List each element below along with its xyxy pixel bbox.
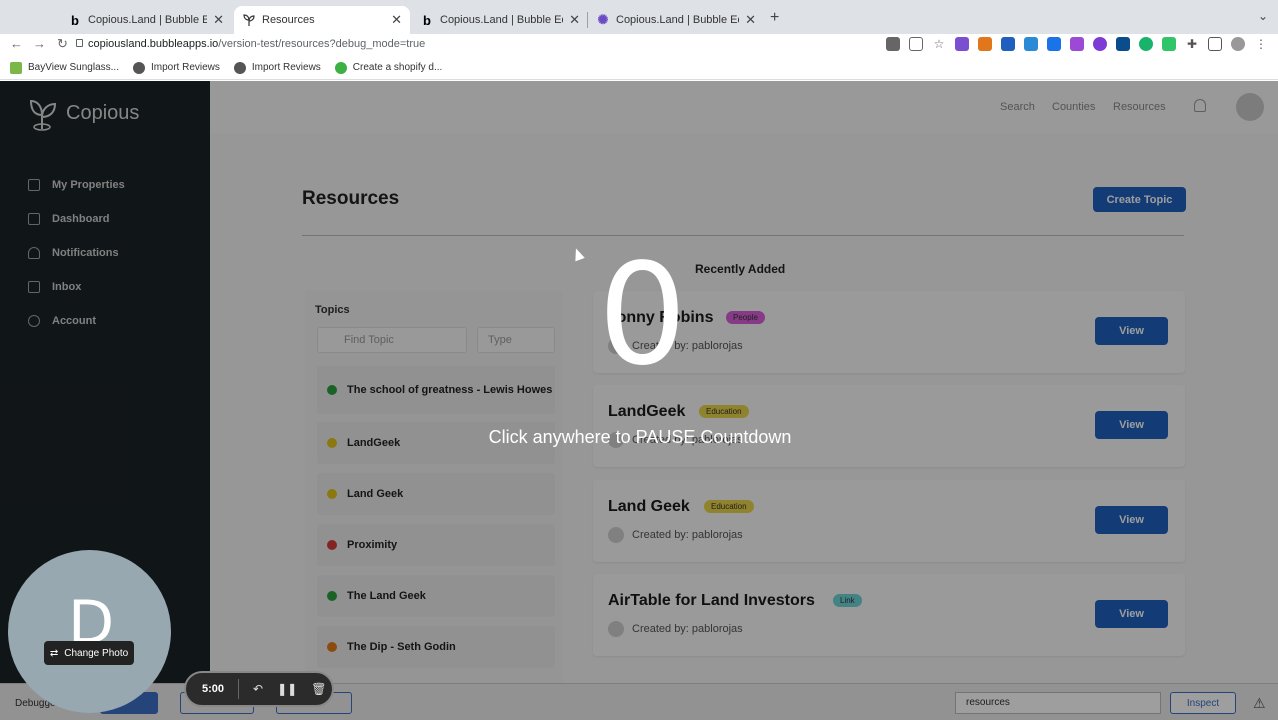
browser-tab[interactable]: ✺ Copious.Land | Bubble Editor - ✕ [588, 6, 764, 34]
extension-icon[interactable] [1162, 37, 1176, 51]
bookmark-label: Create a shopify d... [352, 62, 443, 73]
extension-icon[interactable] [1047, 37, 1061, 51]
metamask-icon[interactable] [978, 37, 992, 51]
extension-icon[interactable] [1024, 37, 1038, 51]
new-tab-icon[interactable]: + [770, 9, 779, 27]
menu-icon[interactable]: ⋮ [1254, 37, 1268, 51]
bookmark-label: Import Reviews [251, 62, 321, 73]
reload-icon[interactable]: ↻ [57, 36, 68, 52]
bookmark-item[interactable]: BayView Sunglass... [10, 61, 119, 74]
pause-icon[interactable]: ❚❚ [277, 682, 297, 696]
bubble-icon: b [423, 12, 431, 28]
close-icon[interactable]: ✕ [391, 12, 402, 28]
gear-flower-icon: ✺ [597, 12, 609, 27]
app-icon [334, 61, 347, 74]
shopify-icon [10, 61, 22, 74]
bookmark-item[interactable]: Create a shopify d... [334, 61, 443, 74]
undo-icon[interactable]: ↶ [253, 682, 263, 696]
extension-icon[interactable] [1116, 37, 1130, 51]
camera-bubble[interactable]: D ⇄ Change Photo [8, 550, 171, 713]
divider [238, 679, 240, 699]
countdown-number: 0 [597, 234, 688, 397]
close-icon[interactable]: ✕ [569, 12, 580, 28]
tab-title: Resources [262, 14, 315, 26]
browser-tab-active[interactable]: Resources ✕ [234, 6, 410, 34]
extension-icon[interactable] [1093, 37, 1107, 51]
swap-icon: ⇄ [49, 647, 59, 659]
chevron-down-icon[interactable]: ⌄ [1258, 9, 1268, 23]
browser-tab-bar: b Copious.Land | Bubble Editor ✕ Resourc… [0, 0, 1278, 34]
url-path: /version-test/resources?debug_mode=true [218, 38, 426, 50]
bookmark-item[interactable]: Import Reviews [132, 61, 220, 74]
countdown-overlay[interactable] [0, 81, 1278, 720]
puzzle-icon[interactable]: ✚ [1185, 37, 1199, 51]
bookmarks-bar: BayView Sunglass... Import Reviews Impor… [0, 56, 1278, 80]
address-bar: ← → ↻ copiousland.bubbleapps.io/version-… [0, 34, 1278, 56]
extension-icon[interactable] [1070, 37, 1084, 51]
sidepanel-icon[interactable] [1208, 37, 1222, 51]
url-field[interactable]: copiousland.bubbleapps.io/version-test/r… [88, 38, 425, 50]
browser-tab[interactable]: b Copious.Land | Bubble Editor ✕ [412, 6, 588, 34]
pause-hint: Click anywhere to PAUSE Countdown [488, 427, 792, 447]
globe-icon [132, 61, 145, 74]
copious-sprout-icon [242, 13, 256, 27]
recording-timer: 5:00 [202, 683, 225, 695]
bookmark-label: Import Reviews [150, 62, 220, 73]
back-icon[interactable]: ← [10, 36, 23, 51]
bubble-icon: b [71, 12, 79, 28]
bookmark-item[interactable]: Import Reviews [233, 61, 321, 74]
camera-icon[interactable] [886, 37, 900, 51]
bookmark-label: BayView Sunglass... [28, 62, 119, 73]
globe-icon [233, 61, 246, 74]
lock-icon [76, 39, 83, 47]
extensions-bar: ☆ ✚ ⋮ [886, 37, 1268, 51]
extension-icon[interactable] [955, 37, 969, 51]
share-icon[interactable] [909, 37, 923, 51]
tab-title: Copious.Land | Bubble Editor [88, 14, 208, 26]
tab-title: Copious.Land | Bubble Editor - [616, 14, 739, 26]
profile-avatar[interactable] [1231, 37, 1245, 51]
trash-icon[interactable]: 🗑 [311, 682, 326, 696]
url-host: copiousland.bubbleapps.io [88, 38, 219, 50]
grammarly-icon[interactable] [1139, 37, 1153, 51]
close-icon[interactable]: ✕ [745, 12, 756, 28]
tab-title: Copious.Land | Bubble Editor [440, 14, 563, 26]
close-icon[interactable]: ✕ [213, 12, 224, 28]
recording-controls: 5:00 ↶ ❚❚ 🗑 [184, 671, 334, 707]
star-icon[interactable]: ☆ [932, 37, 946, 51]
change-photo-label: Change Photo [64, 647, 129, 659]
forward-icon[interactable]: → [33, 36, 46, 51]
browser-tab[interactable]: b Copious.Land | Bubble Editor ✕ [60, 6, 232, 34]
change-photo-button[interactable]: ⇄ Change Photo [44, 641, 134, 665]
grid-icon[interactable] [1001, 37, 1015, 51]
